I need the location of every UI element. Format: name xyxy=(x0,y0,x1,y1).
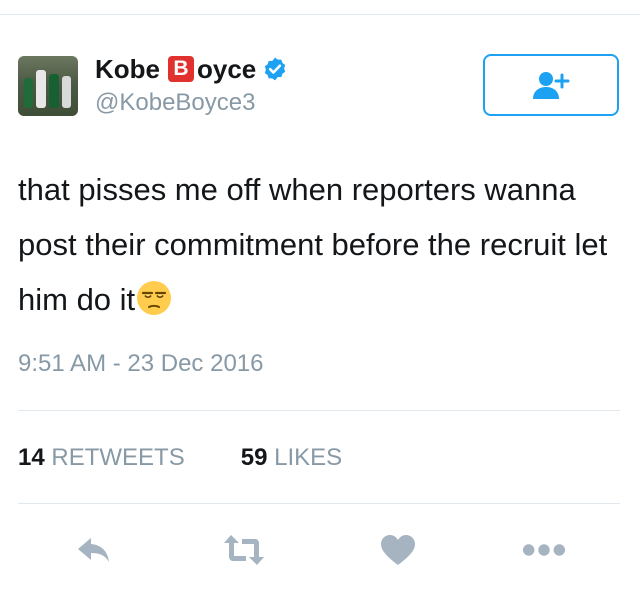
likes-label: LIKES xyxy=(274,444,343,471)
top-divider xyxy=(0,14,640,15)
tweet-stats: 14 RETWEETS 59 LIKES xyxy=(18,444,398,472)
retweet-button[interactable] xyxy=(222,528,266,572)
follow-button[interactable] xyxy=(483,54,619,116)
retweet-icon xyxy=(224,535,264,565)
name-rest: oyce xyxy=(197,53,257,84)
add-user-icon xyxy=(533,72,570,99)
likes-count: 59 xyxy=(240,444,268,471)
b-button-emoji: B xyxy=(168,56,194,82)
reply-button[interactable] xyxy=(72,528,116,572)
name-first: Kobe xyxy=(95,53,160,84)
reply-icon xyxy=(78,538,109,562)
display-name[interactable]: Kobe B oyce xyxy=(95,54,288,84)
user-handle[interactable]: @KobeBoyce3 xyxy=(95,89,255,117)
stats-bottom-divider xyxy=(18,503,620,504)
stats-top-divider xyxy=(18,410,620,411)
unamused-face-icon xyxy=(137,281,172,315)
avatar-figure xyxy=(24,78,33,108)
tweet-body: that pisses me off when reporters wanna … xyxy=(18,172,616,317)
timestamp[interactable]: 9:51 AM - 23 Dec 2016 xyxy=(18,350,263,378)
action-bar xyxy=(0,528,640,572)
retweets-count: 14 xyxy=(18,444,45,471)
more-icon xyxy=(522,544,566,556)
retweets-label: RETWEETS xyxy=(51,444,185,471)
verified-badge-icon xyxy=(265,57,286,81)
like-button[interactable] xyxy=(376,528,420,572)
avatar[interactable] xyxy=(18,56,78,116)
avatar-figure xyxy=(49,74,59,108)
tweet-text: that pisses me off when reporters wanna … xyxy=(18,162,618,327)
heart-icon xyxy=(381,535,415,565)
avatar-figure xyxy=(62,76,71,108)
retweets-stat[interactable]: 14 RETWEETS xyxy=(18,444,185,472)
likes-stat[interactable]: 59 LIKES xyxy=(241,444,342,472)
more-button[interactable] xyxy=(522,528,566,572)
avatar-figure xyxy=(36,70,46,108)
